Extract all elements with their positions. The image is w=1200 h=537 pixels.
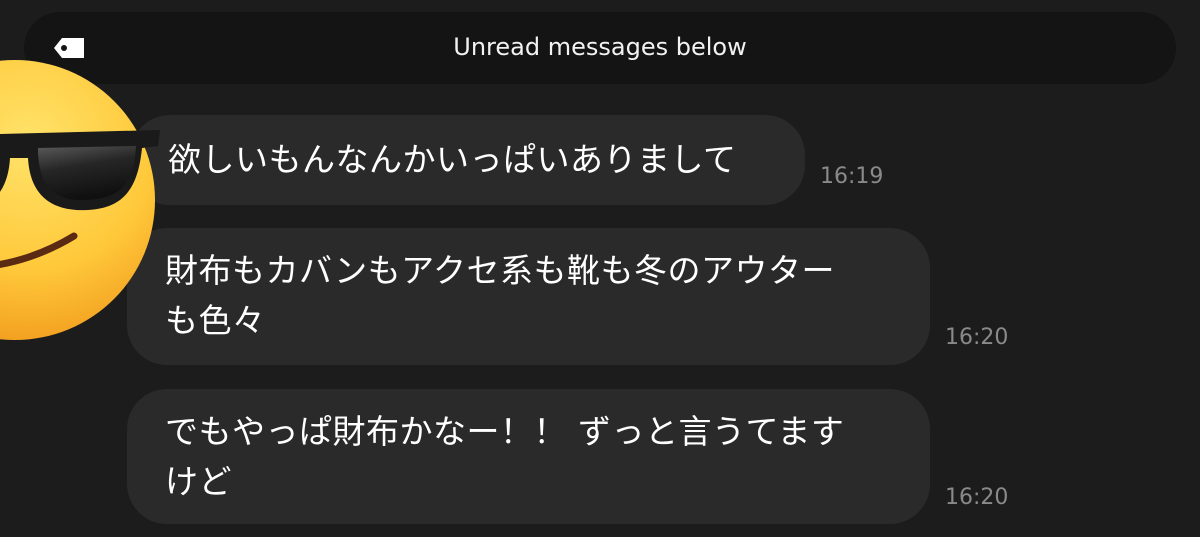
message-bubble[interactable]: でもやっぱ財布かなー！！ ずっと言うてます けど — [127, 389, 930, 524]
message-bubble[interactable]: 欲しいもんなんかいっぱいありまして — [130, 115, 805, 205]
message-timestamp: 16:20 — [945, 485, 1009, 510]
message-text: でもやっぱ財布かなー！！ ずっと言うてます — [165, 412, 845, 451]
message-text: けど — [165, 462, 232, 501]
message-text: 財布もカバンもアクセ系も靴も冬のアウター — [165, 251, 835, 290]
message-text: も色々 — [165, 301, 266, 340]
unread-messages-banner[interactable]: Unread messages below — [24, 12, 1176, 84]
message-bubble[interactable]: 財布もカバンもアクセ系も靴も冬のアウター も色々 — [127, 228, 930, 365]
message-text: 欲しいもんなんかいっぱいありまして — [168, 140, 737, 179]
smiling-face-with-sunglasses-icon[interactable] — [0, 58, 160, 342]
message-timestamp: 16:19 — [820, 164, 884, 189]
unread-messages-label: Unread messages below — [453, 33, 747, 61]
message-timestamp: 16:20 — [945, 325, 1009, 350]
chat-screen: Unread messages below 欲しいもんなんかいっぱいありまして … — [0, 0, 1200, 537]
